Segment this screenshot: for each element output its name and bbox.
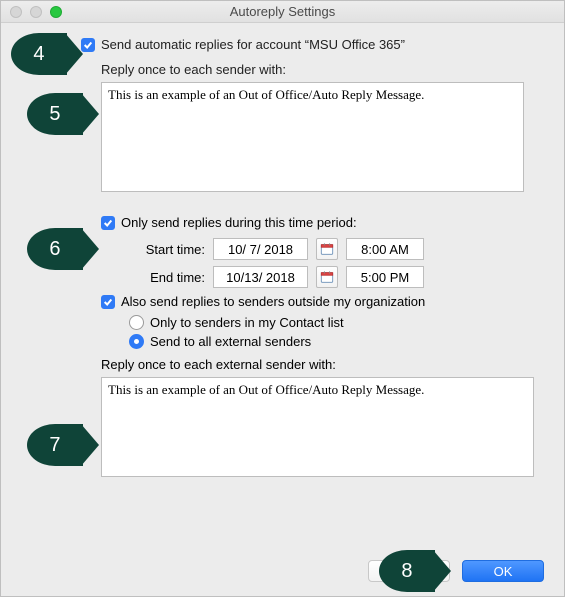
time-period-checkbox[interactable]: [101, 216, 115, 230]
external-reply-label: Reply once to each external sender with:: [101, 357, 534, 372]
close-dot[interactable]: [10, 6, 22, 18]
external-reply-textarea[interactable]: [101, 377, 534, 477]
titlebar: Autoreply Settings: [1, 1, 564, 23]
start-time-field[interactable]: 8:00 AM: [346, 238, 424, 260]
ok-button[interactable]: OK: [462, 560, 544, 582]
minimize-dot[interactable]: [30, 6, 42, 18]
radio-all[interactable]: [129, 334, 144, 349]
time-period-label: Only send replies during this time perio…: [121, 215, 357, 230]
time-period-row[interactable]: Only send replies during this time perio…: [101, 215, 534, 230]
window-controls: [1, 6, 62, 18]
radio-all-row[interactable]: Send to all external senders: [129, 334, 534, 349]
external-senders-row[interactable]: Also send replies to senders outside my …: [101, 294, 534, 309]
enable-autoreply-label: Send automatic replies for account “MSU …: [101, 37, 405, 52]
external-senders-checkbox[interactable]: [101, 295, 115, 309]
start-time-label: Start time:: [123, 242, 205, 257]
window-title: Autoreply Settings: [1, 4, 564, 19]
enable-autoreply-row[interactable]: Send automatic replies for account “MSU …: [81, 37, 534, 52]
zoom-dot[interactable]: [50, 6, 62, 18]
radio-contacts-row[interactable]: Only to senders in my Contact list: [129, 315, 534, 330]
radio-all-label: Send to all external senders: [150, 334, 311, 349]
end-date-field[interactable]: 10/13/ 2018: [213, 266, 308, 288]
external-senders-label: Also send replies to senders outside my …: [121, 294, 425, 309]
end-time-field[interactable]: 5:00 PM: [346, 266, 424, 288]
start-date-calendar-button[interactable]: [316, 238, 338, 260]
end-time-label: End time:: [123, 270, 205, 285]
cancel-button[interactable]: Cancel: [368, 560, 450, 582]
calendar-icon: [320, 242, 334, 256]
radio-contacts[interactable]: [129, 315, 144, 330]
end-date-calendar-button[interactable]: [316, 266, 338, 288]
radio-contacts-label: Only to senders in my Contact list: [150, 315, 344, 330]
calendar-icon: [320, 270, 334, 284]
internal-reply-label: Reply once to each sender with:: [101, 62, 524, 77]
enable-autoreply-checkbox[interactable]: [81, 38, 95, 52]
internal-reply-textarea[interactable]: [101, 82, 524, 192]
start-date-field[interactable]: 10/ 7/ 2018: [213, 238, 308, 260]
